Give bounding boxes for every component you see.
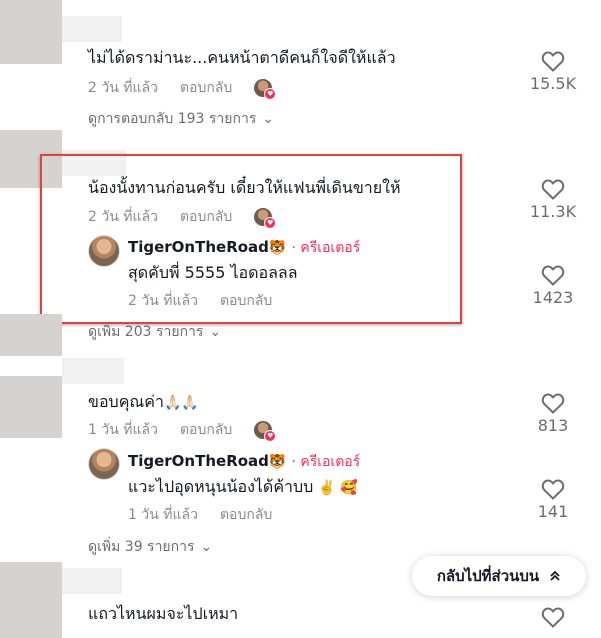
- heart-outline-icon: [541, 393, 565, 414]
- like-count: 15.5K: [529, 74, 577, 93]
- creator-avatar[interactable]: [88, 448, 120, 480]
- heart-outline-icon: [541, 265, 565, 286]
- like-button[interactable]: 1423: [523, 264, 583, 307]
- comment-time: 1 วัน ที่แล้ว: [88, 422, 158, 438]
- commenter-avatar-blurred[interactable]: [0, 314, 62, 356]
- heart-icon: ♥: [264, 430, 277, 442]
- victory-love-emoji: ✌️ 🥰: [318, 480, 358, 496]
- reply-button[interactable]: ตอบกลับ: [180, 77, 232, 99]
- like-button[interactable]: 813: [523, 392, 583, 435]
- heart-outline-icon: [541, 479, 565, 500]
- reply-header: TigerOnTheRoad🐯 · ครีเอเตอร์: [128, 451, 360, 473]
- like-count: 11.3K: [529, 202, 577, 221]
- view-more-label: ดูเพิ่ม 39 รายการ: [88, 539, 195, 555]
- view-replies-label: ดูการตอบกลับ 193 รายการ: [88, 111, 257, 127]
- comment-time: 2 วัน ที่แล้ว: [88, 80, 158, 96]
- back-to-top-button[interactable]: กลับไปที่ส่วนบน: [412, 556, 586, 596]
- comment-meta: 1 วัน ที่แล้ว ตอบกลับ ♥: [88, 419, 277, 442]
- comment-text: แถวไหนผมจะไปเหมา: [88, 604, 239, 623]
- chevron-down-icon: ⌄: [262, 111, 275, 127]
- like-button[interactable]: 11.3K: [523, 178, 583, 221]
- like-count: 141: [537, 502, 569, 521]
- commenter-name-blurred[interactable]: [62, 358, 124, 384]
- reply-meta: 1 วัน ที่แล้ว ตอบกลับ: [128, 504, 272, 526]
- tiger-emoji: 🐯: [268, 454, 287, 470]
- creator-badge: · ครีเอเตอร์: [291, 454, 361, 470]
- heart-icon: ♥: [264, 88, 277, 100]
- pray-emoji: 🙏🏻🙏🏻: [163, 395, 199, 411]
- view-replies-link[interactable]: ดูการตอบกลับ 193 รายการ ⌄: [88, 108, 274, 130]
- comment-text-content: ขอบคุณค่า: [88, 392, 164, 411]
- commenter-avatar-blurred: [0, 376, 62, 438]
- heart-outline-icon: [541, 51, 565, 72]
- creator-liked-avatar: ♥: [254, 421, 277, 442]
- like-count: 1423: [532, 288, 574, 307]
- comment-meta: 2 วัน ที่แล้ว ตอบกลับ ♥: [88, 77, 277, 100]
- creator-liked-avatar: ♥: [254, 79, 277, 100]
- reply-time: 1 วัน ที่แล้ว: [128, 507, 198, 523]
- reply-button[interactable]: ตอบกลับ: [220, 504, 272, 526]
- highlight-box: [40, 154, 462, 324]
- commenter-avatar-blurred[interactable]: [0, 562, 62, 638]
- heart-outline-icon: [541, 179, 565, 200]
- like-count: 813: [537, 416, 569, 435]
- reply-author[interactable]: TigerOnTheRoad: [128, 452, 269, 470]
- reply-text: แวะไปอุดหนุนน้องได้ค้าบบ ✌️ 🥰: [128, 475, 358, 500]
- comment-text: ไม่ได้ดราม่านะ...คนหน้าตาดีคนก็ใจดีให้แล…: [88, 48, 396, 67]
- view-more-label: ดูเพิ่ม 203 รายการ: [88, 324, 204, 340]
- double-chevron-up-icon: [550, 570, 560, 581]
- like-button[interactable]: 15.5K: [523, 50, 583, 93]
- like-button[interactable]: 141: [523, 478, 583, 521]
- view-more-link[interactable]: ดูเพิ่ม 39 รายการ ⌄: [88, 536, 212, 558]
- like-button[interactable]: [523, 606, 583, 628]
- view-more-link[interactable]: ดูเพิ่ม 203 รายการ ⌄: [88, 321, 221, 343]
- comment-text: ขอบคุณค่า🙏🏻🙏🏻: [88, 390, 199, 415]
- commenter-name-blurred[interactable]: [62, 16, 122, 42]
- reply-button[interactable]: ตอบกลับ: [180, 419, 232, 441]
- back-to-top-label: กลับไปที่ส่วนบน: [436, 567, 540, 585]
- reply-text-content: แวะไปอุดหนุนน้องได้ค้าบบ: [128, 477, 314, 496]
- commenter-avatar-blurred[interactable]: [0, 0, 62, 64]
- chevron-down-icon: ⌄: [200, 539, 213, 555]
- commenter-name-blurred[interactable]: [62, 568, 122, 594]
- chevron-down-icon: ⌄: [209, 324, 222, 340]
- heart-outline-icon: [541, 607, 565, 628]
